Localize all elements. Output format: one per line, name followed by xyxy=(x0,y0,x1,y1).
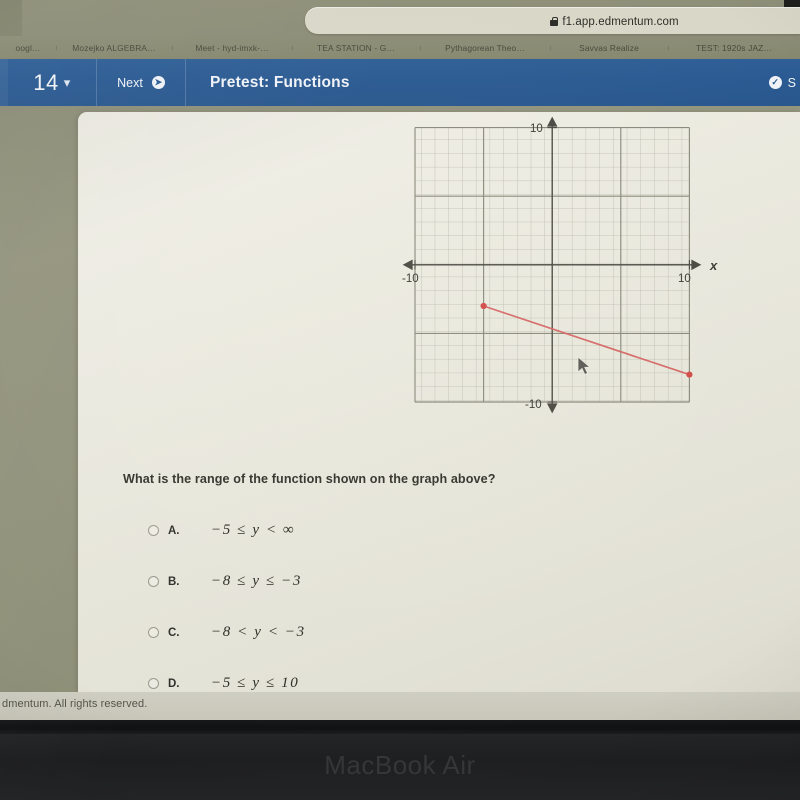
lock-icon xyxy=(550,17,559,26)
photo-of-laptop-screen: f1.app.edmentum.com oogl… Mozejko ALGEBR… xyxy=(0,0,800,800)
option-text-d: −5 ≤ y ≤ 10 xyxy=(211,675,300,691)
radio-button-a[interactable] xyxy=(148,525,159,536)
device-brand-label: MacBook Air xyxy=(324,750,476,780)
answer-option-c[interactable]: C. −8 < y < −3 xyxy=(148,607,568,658)
next-circle-arrow-icon: ➤ xyxy=(151,76,165,89)
option-letter-c: C. xyxy=(168,626,180,639)
question-number: 14 xyxy=(33,69,59,95)
page-title: Pretest: Functions xyxy=(210,73,350,91)
bookmark-item[interactable]: oogl… xyxy=(0,43,56,53)
option-letter-b: B. xyxy=(168,575,180,588)
content-panel: -10 10 10 -10 x What is the range of the… xyxy=(78,112,800,692)
graph-svg: -10 10 10 -10 x xyxy=(402,116,718,414)
radio-button-b[interactable] xyxy=(148,576,159,587)
save-button[interactable]: ✓ S xyxy=(768,75,800,90)
answer-option-b[interactable]: B. −8 ≤ y ≤ −3 xyxy=(148,556,568,607)
answer-option-d[interactable]: D. −5 ≤ y ≤ 10 xyxy=(148,658,568,692)
copyright-text: dmentum. All rights reserved. xyxy=(2,698,148,710)
check-circle-icon: ✓ xyxy=(768,76,782,89)
app-header: 14 ▾ Next ➤ Pretest: Functions ✓ S xyxy=(0,59,800,106)
y-tick-label-min: -10 xyxy=(525,399,542,411)
bookmark-item[interactable]: Savvas Realize xyxy=(550,43,668,53)
bookmarks-bar[interactable]: oogl… Mozejko ALGEBRA… Meet - hyd-imxk-…… xyxy=(0,36,800,60)
bookmark-item[interactable]: TEST: 1920s JAZ… xyxy=(668,43,800,53)
browser-chrome: f1.app.edmentum.com oogl… Mozejko ALGEBR… xyxy=(0,0,800,60)
answer-options: A. −5 ≤ y < ∞ B. −8 ≤ y ≤ −3 C. −8 < y <… xyxy=(148,505,568,692)
line-endpoint-right xyxy=(686,371,693,378)
next-button-label: Next xyxy=(117,75,143,90)
screen-bezel xyxy=(0,720,800,734)
chevron-down-icon: ▾ xyxy=(63,74,71,90)
address-bar[interactable]: f1.app.edmentum.com xyxy=(305,7,800,34)
address-bar-content: f1.app.edmentum.com xyxy=(550,15,679,28)
option-text-c: −8 < y < −3 xyxy=(211,624,306,640)
bookmark-item[interactable]: Pythagorean Theo… xyxy=(420,43,550,53)
radio-button-d[interactable] xyxy=(148,678,159,689)
x-tick-label-max: 10 xyxy=(678,273,691,285)
app-header-left-edge xyxy=(0,59,8,106)
chrome-left-edge xyxy=(0,0,22,36)
url-text: f1.app.edmentum.com xyxy=(562,15,679,28)
question-number-selector[interactable]: 14 ▾ xyxy=(0,70,96,96)
bookmark-item[interactable]: Meet - hyd-imxk-… xyxy=(172,43,292,53)
coordinate-graph: -10 10 10 -10 x xyxy=(78,112,800,452)
y-tick-label-max: 10 xyxy=(530,123,543,135)
option-text-b: −8 ≤ y ≤ −3 xyxy=(211,573,302,589)
question-prompt: What is the range of the function shown … xyxy=(123,472,496,486)
option-letter-a: A. xyxy=(168,524,180,537)
option-text-a: −5 ≤ y < ∞ xyxy=(211,522,296,538)
radio-button-c[interactable] xyxy=(148,627,159,638)
bookmark-item[interactable]: Mozejko ALGEBRA… xyxy=(56,43,172,53)
save-button-label: S xyxy=(787,75,796,90)
x-axis-label: x xyxy=(709,258,718,273)
line-endpoint-left xyxy=(480,302,487,310)
x-tick-label-min: -10 xyxy=(402,273,419,285)
option-letter-d: D. xyxy=(168,677,180,690)
next-button[interactable]: Next ➤ xyxy=(97,76,185,90)
answer-option-a[interactable]: A. −5 ≤ y < ∞ xyxy=(148,505,568,556)
bookmark-item[interactable]: TEA STATION - G… xyxy=(292,43,420,53)
